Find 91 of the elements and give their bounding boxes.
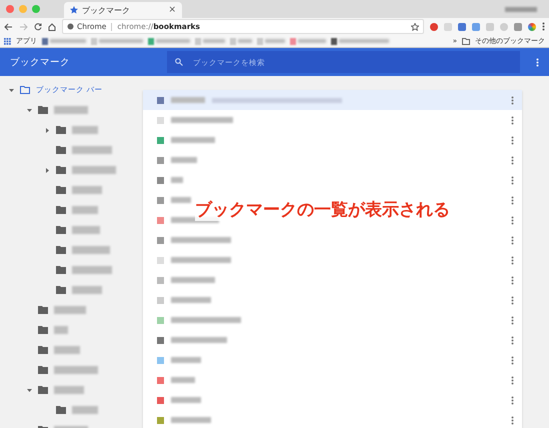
more-icon[interactable] bbox=[511, 156, 514, 164]
blurred-title bbox=[171, 337, 227, 343]
folder-icon bbox=[38, 386, 48, 394]
folder-icon bbox=[56, 206, 66, 214]
back-icon[interactable] bbox=[4, 22, 13, 30]
folder-icon bbox=[56, 186, 66, 194]
search-icon bbox=[175, 58, 183, 66]
more-icon[interactable] bbox=[511, 276, 514, 284]
more-icon[interactable] bbox=[511, 116, 514, 124]
more-icon[interactable] bbox=[511, 336, 514, 344]
more-icon[interactable] bbox=[511, 176, 514, 184]
more-icon[interactable] bbox=[511, 396, 514, 404]
chrome-page-icon bbox=[67, 23, 74, 30]
blurred-title bbox=[171, 377, 195, 383]
expanded-arrow-icon[interactable] bbox=[26, 108, 32, 112]
blurred-label bbox=[72, 186, 102, 194]
blurred-label bbox=[54, 106, 88, 114]
blurred-label bbox=[54, 306, 86, 314]
blurred-label bbox=[72, 266, 112, 274]
browser-tab[interactable]: ブックマーク × bbox=[64, 2, 182, 18]
more-icon[interactable] bbox=[511, 356, 514, 364]
tab-title: ブックマーク bbox=[82, 4, 131, 16]
blurred-title bbox=[171, 297, 211, 303]
folder-icon bbox=[56, 146, 66, 154]
blurred-title bbox=[171, 237, 231, 243]
folder-outline-icon bbox=[462, 38, 470, 44]
more-icon[interactable] bbox=[511, 136, 514, 144]
blurred-label bbox=[54, 386, 84, 394]
folder-icon bbox=[56, 226, 66, 234]
folder-icon bbox=[56, 266, 66, 274]
blurred-title bbox=[171, 137, 215, 143]
blurred-title bbox=[171, 397, 201, 403]
folder-icon bbox=[38, 346, 48, 354]
more-icon[interactable] bbox=[511, 256, 514, 264]
folder-icon bbox=[56, 246, 66, 254]
folder-icon bbox=[56, 406, 66, 414]
more-icon[interactable] bbox=[511, 376, 514, 384]
folder-icon bbox=[38, 366, 48, 374]
more-icon[interactable] bbox=[511, 216, 514, 224]
blurred-title bbox=[171, 277, 215, 283]
blurred-profile-name bbox=[505, 6, 537, 12]
apps-grid-icon[interactable] bbox=[4, 38, 11, 44]
more-icon[interactable] bbox=[511, 236, 514, 244]
reload-icon[interactable] bbox=[34, 22, 42, 30]
collapsed-arrow-icon[interactable] bbox=[46, 128, 48, 132]
expanded-arrow-icon[interactable] bbox=[8, 88, 14, 92]
folder-icon bbox=[38, 306, 48, 314]
folder-icon bbox=[56, 126, 66, 134]
folder-icon bbox=[56, 166, 66, 174]
blurred-label bbox=[54, 346, 80, 354]
blurred-label bbox=[72, 146, 112, 154]
more-icon[interactable] bbox=[542, 22, 545, 31]
blurred-label bbox=[54, 326, 68, 334]
star-icon bbox=[70, 6, 78, 14]
folder-icon bbox=[38, 106, 48, 114]
expanded-arrow-icon[interactable] bbox=[26, 388, 32, 392]
annotation-text: ブックマークの一覧が表示される bbox=[195, 198, 450, 221]
blurred-label bbox=[72, 206, 98, 214]
blurred-title bbox=[171, 177, 183, 183]
blurred-label bbox=[72, 166, 116, 174]
more-icon[interactable] bbox=[511, 96, 514, 104]
more-icon[interactable] bbox=[511, 196, 514, 204]
blurred-label bbox=[72, 286, 102, 294]
blurred-title bbox=[171, 357, 201, 363]
more-icon[interactable] bbox=[511, 296, 514, 304]
blurred-title bbox=[171, 117, 233, 123]
close-tab-button[interactable]: × bbox=[168, 5, 176, 15]
folder-icon bbox=[38, 326, 48, 334]
blurred-label bbox=[72, 126, 98, 134]
home-icon[interactable] bbox=[48, 22, 56, 30]
blurred-title bbox=[171, 257, 231, 263]
more-icon[interactable] bbox=[536, 58, 539, 66]
blurred-label bbox=[72, 226, 100, 234]
blurred-label bbox=[72, 246, 110, 254]
blurred-bookmark[interactable] bbox=[331, 38, 389, 44]
bookmark-star-icon[interactable] bbox=[411, 22, 419, 30]
blurred-title bbox=[171, 197, 191, 203]
blurred-title bbox=[171, 417, 211, 423]
blurred-title bbox=[171, 157, 197, 163]
close-window-button[interactable] bbox=[6, 5, 14, 13]
more-icon[interactable] bbox=[511, 416, 514, 424]
folder-icon bbox=[56, 286, 66, 294]
more-icon[interactable] bbox=[511, 316, 514, 324]
folder-outline-icon bbox=[20, 86, 30, 94]
blurred-title bbox=[171, 97, 205, 103]
collapsed-arrow-icon[interactable] bbox=[46, 168, 48, 172]
blurred-label bbox=[72, 406, 98, 414]
page-title: ブックマーク bbox=[10, 56, 71, 68]
blurred-bookmark[interactable] bbox=[42, 38, 86, 44]
blurred-label bbox=[54, 366, 98, 374]
blurred-title bbox=[171, 317, 241, 323]
